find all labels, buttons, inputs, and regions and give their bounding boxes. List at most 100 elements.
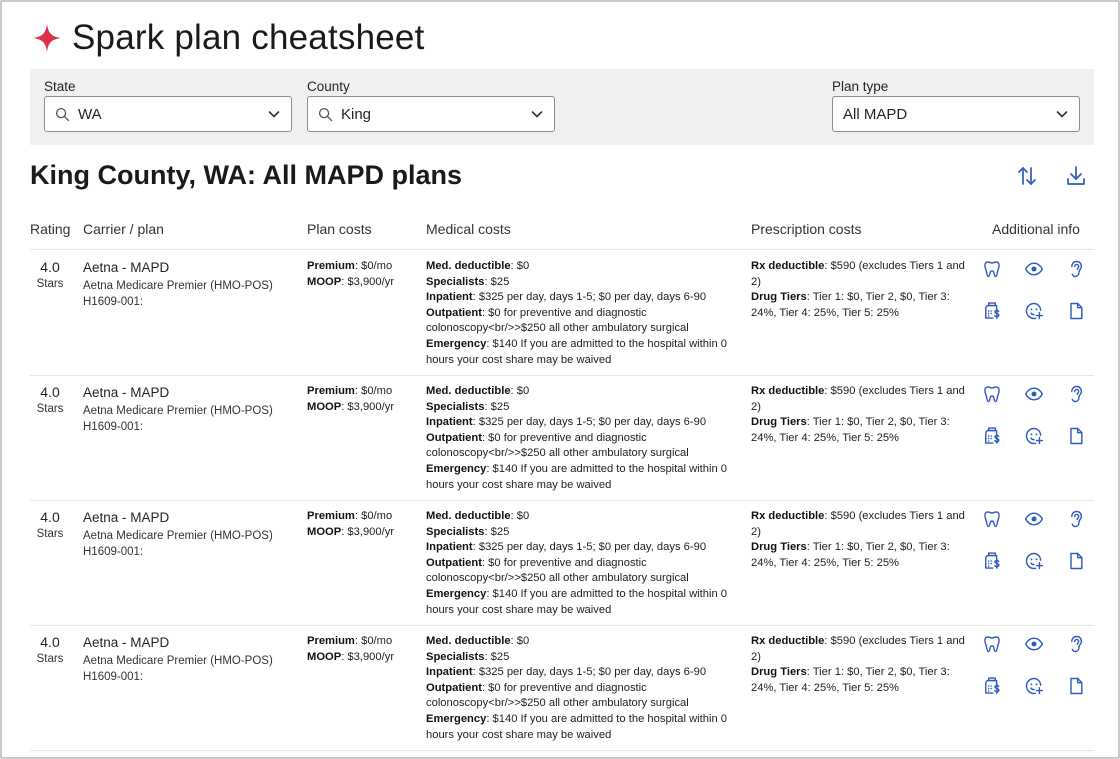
plan-type-value: All MAPD: [843, 105, 908, 123]
moop-value: : $3,900/yr: [341, 400, 395, 413]
specialists-line: Specialists: $25: [426, 275, 741, 291]
plan-type-label: Plan type: [832, 79, 889, 94]
document-icon[interactable]: [1066, 426, 1086, 446]
eye-icon[interactable]: [1024, 384, 1044, 404]
outpatient-line: Outpatient: $0 for preventive and diagno…: [426, 681, 741, 712]
premium-line: Premium: $0/mo: [307, 634, 417, 650]
premium-label: Premium: [307, 635, 355, 647]
additional-info-cell: [980, 634, 1094, 704]
plan-costs-cell: Premium: $0/mo MOOP: $3,900/yr: [307, 509, 417, 540]
state-filter: State WA: [44, 79, 292, 132]
outpatient-line: Outpatient: $0 for preventive and diagno…: [426, 556, 741, 587]
pharmacy-cost-icon[interactable]: [982, 551, 1002, 571]
plan-type-select[interactable]: All MAPD: [832, 96, 1080, 132]
face-plus-icon[interactable]: [1024, 551, 1044, 571]
rx-deductible-line: Rx deductible: $590 (excludes Tiers 1 an…: [751, 259, 971, 290]
moop-label: MOOP: [307, 275, 342, 288]
pharmacy-cost-icon[interactable]: [982, 301, 1002, 321]
table-row[interactable]: 4.0 Stars Aetna - MAPD Aetna Medicare Pr…: [30, 376, 1094, 501]
specialists-label: Specialists: [426, 400, 485, 413]
med-deductible-label: Med. deductible: [426, 385, 511, 397]
emergency-line: Emergency: $140 If you are admitted to t…: [426, 712, 741, 743]
plan-id: H1609-001:: [83, 671, 144, 683]
emergency-label: Emergency: [426, 712, 487, 725]
med-deductible-label: Med. deductible: [426, 635, 511, 647]
rating-label: Stars: [36, 528, 64, 540]
outpatient-line: Outpatient: $0 for preventive and diagno…: [426, 431, 741, 462]
plan-name: Aetna Medicare Premier (HMO-POS): [83, 280, 273, 292]
state-select[interactable]: WA: [44, 96, 292, 132]
document-icon[interactable]: [1066, 301, 1086, 321]
table-row[interactable]: 4.0 Stars Aetna - MAPD Aetna Medicare Pr…: [30, 626, 1094, 751]
eye-icon[interactable]: [1024, 634, 1044, 654]
column-header-rx-costs: Prescription costs: [751, 221, 862, 237]
rx-costs-cell: Rx deductible: $590 (excludes Tiers 1 an…: [751, 509, 971, 571]
moop-label: MOOP: [307, 650, 342, 663]
ear-icon[interactable]: [1066, 384, 1086, 404]
inpatient-label: Inpatient: [426, 666, 473, 679]
ear-icon[interactable]: [1066, 509, 1086, 529]
rx-deductible-label: Rx deductible: [751, 385, 825, 397]
county-select[interactable]: King: [307, 96, 555, 132]
pharmacy-cost-icon[interactable]: [982, 676, 1002, 696]
med-deductible-line: Med. deductible: $0: [426, 384, 741, 400]
document-icon[interactable]: [1066, 676, 1086, 696]
carrier-cell: Aetna - MAPD Aetna Medicare Premier (HMO…: [83, 385, 298, 435]
premium-label: Premium: [307, 385, 355, 397]
eye-icon[interactable]: [1024, 509, 1044, 529]
app-window: Spark plan cheatsheet State WA County Ki…: [0, 0, 1120, 759]
column-header-plan-costs: Plan costs: [307, 221, 372, 237]
inpatient-label: Inpatient: [426, 416, 473, 429]
table-row[interactable]: 4.0 Stars Aetna - MAPD Aetna Medicare Pr…: [30, 251, 1094, 376]
ear-icon[interactable]: [1066, 634, 1086, 654]
face-plus-icon[interactable]: [1024, 676, 1044, 696]
rating-value: 4.0: [40, 259, 60, 275]
tooth-icon[interactable]: [982, 509, 1002, 529]
moop-value: : $3,900/yr: [341, 275, 395, 288]
med-deductible-value: : $0: [510, 510, 530, 522]
outpatient-label: Outpatient: [426, 306, 482, 319]
eye-icon[interactable]: [1024, 259, 1044, 279]
rating-label: Stars: [36, 403, 64, 415]
moop-value: : $3,900/yr: [341, 525, 395, 538]
face-plus-icon[interactable]: [1024, 426, 1044, 446]
pharmacy-cost-icon[interactable]: [982, 426, 1002, 446]
tooth-icon[interactable]: [982, 384, 1002, 404]
download-icon[interactable]: [1064, 164, 1088, 188]
tooth-icon[interactable]: [982, 634, 1002, 654]
sort-icon[interactable]: [1015, 164, 1039, 188]
document-icon[interactable]: [1066, 551, 1086, 571]
premium-value: : $0/mo: [354, 510, 393, 522]
premium-label: Premium: [307, 260, 355, 272]
table-row[interactable]: 4.0 Stars Aetna - MAPD Aetna Medicare Pr…: [30, 501, 1094, 626]
med-deductible-value: : $0: [510, 385, 530, 397]
header-divider: [30, 249, 1094, 250]
inpatient-line: Inpatient: $325 per day, days 1-5; $0 pe…: [426, 290, 741, 306]
drug-tiers-label: Drug Tiers: [751, 416, 807, 429]
outpatient-label: Outpatient: [426, 431, 482, 444]
inpatient-value: : $325 per day, days 1-5; $0 per day, da…: [472, 541, 707, 554]
drug-tiers-line: Drug Tiers: Tier 1: $0, Tier 2, $0, Tier…: [751, 290, 971, 321]
premium-value: : $0/mo: [354, 260, 393, 272]
chevron-down-icon: [1056, 111, 1068, 118]
premium-value: : $0/mo: [354, 385, 393, 397]
drug-tiers-label: Drug Tiers: [751, 541, 807, 554]
chevron-down-icon: [531, 111, 543, 118]
specialists-label: Specialists: [426, 525, 485, 538]
rx-deductible-line: Rx deductible: $590 (excludes Tiers 1 an…: [751, 634, 971, 665]
carrier-cell: Aetna - MAPD Aetna Medicare Premier (HMO…: [83, 260, 298, 310]
county-label: County: [307, 79, 350, 94]
rx-deductible-line: Rx deductible: $590 (excludes Tiers 1 an…: [751, 509, 971, 540]
rating-value: 4.0: [40, 509, 60, 525]
medical-costs-cell: Med. deductible: $0 Specialists: $25 Inp…: [426, 509, 741, 618]
face-plus-icon[interactable]: [1024, 301, 1044, 321]
emergency-line: Emergency: $140 If you are admitted to t…: [426, 337, 741, 368]
specialists-line: Specialists: $25: [426, 525, 741, 541]
ear-icon[interactable]: [1066, 259, 1086, 279]
outpatient-line: Outpatient: $0 for preventive and diagno…: [426, 306, 741, 337]
plan-costs-cell: Premium: $0/mo MOOP: $3,900/yr: [307, 384, 417, 415]
rating-cell: 4.0 Stars: [30, 509, 70, 540]
emergency-line: Emergency: $140 If you are admitted to t…: [426, 587, 741, 618]
plan-costs-cell: Premium: $0/mo MOOP: $3,900/yr: [307, 259, 417, 290]
tooth-icon[interactable]: [982, 259, 1002, 279]
